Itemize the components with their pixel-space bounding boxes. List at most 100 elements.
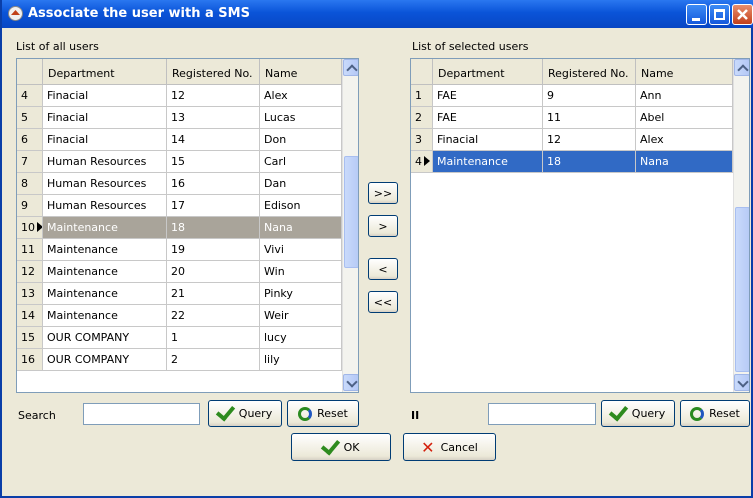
cell-department: Human Resources [43, 151, 167, 173]
row-number[interactable]: 8 [17, 173, 43, 195]
column-header-department[interactable]: Department [433, 59, 543, 85]
title-bar[interactable]: Associate the user with a SMS [2, 0, 753, 28]
ok-button[interactable]: OK [291, 433, 391, 461]
cell-department: Human Resources [43, 173, 167, 195]
app-icon [8, 6, 23, 21]
scroll-up-button[interactable] [343, 59, 358, 76]
cell-text: Maintenance [47, 243, 118, 256]
cell-reg-no: 17 [167, 195, 260, 217]
maximize-button[interactable] [709, 4, 730, 25]
cell-text: Win [264, 265, 285, 278]
cell-department: OUR COMPANY [43, 327, 167, 349]
minimize-button[interactable] [686, 4, 707, 25]
add-all-button[interactable]: >> [368, 182, 398, 204]
cell-text: 16 [21, 353, 35, 366]
cell-text: 9 [21, 199, 28, 212]
cell-department: Maintenance [43, 261, 167, 283]
cell-name: lily [260, 349, 342, 371]
cell-text: Maintenance [47, 287, 118, 300]
cell-department: Maintenance [43, 305, 167, 327]
cell-text: 18 [547, 155, 561, 168]
cell-reg-no: 2 [167, 349, 260, 371]
right-reset-button[interactable]: Reset [680, 400, 750, 427]
row-number[interactable]: 4 [411, 151, 433, 173]
scroll-thumb[interactable] [735, 207, 749, 372]
cell-reg-no: 11 [543, 107, 636, 129]
cell-text: 15 [21, 331, 35, 344]
right-vertical-scrollbar[interactable] [733, 59, 749, 392]
cell-text: 17 [171, 199, 185, 212]
row-number[interactable]: 4 [17, 85, 43, 107]
row-number[interactable]: 14 [17, 305, 43, 327]
row-number[interactable]: 15 [17, 327, 43, 349]
cell-text: 21 [171, 287, 185, 300]
cell-name: Win [260, 261, 342, 283]
cell-text: Don [264, 133, 287, 146]
cell-text: 18 [171, 221, 185, 234]
remove-all-button[interactable]: << [368, 291, 398, 313]
chevron-down-icon [346, 376, 358, 388]
cell-text: Maintenance [47, 265, 118, 278]
column-header-name[interactable]: Name [636, 59, 733, 85]
scroll-up-button[interactable] [734, 59, 749, 76]
cell-text: 13 [21, 287, 35, 300]
query-button[interactable]: Query [208, 400, 282, 427]
scroll-thumb[interactable] [344, 156, 358, 268]
chevron-up-icon [737, 64, 749, 76]
cell-text: Nana [640, 155, 669, 168]
search-input[interactable] [83, 403, 200, 425]
selected-users-grid[interactable]: Department Registered No. Name 1 FAE 9 Ann 2… [410, 58, 750, 393]
row-number[interactable]: 12 [17, 261, 43, 283]
reset-button[interactable]: Reset [287, 400, 359, 427]
row-number[interactable]: 9 [17, 195, 43, 217]
column-header-registered-no[interactable]: Registered No. [543, 59, 636, 85]
column-header-registered-no[interactable]: Registered No. [167, 59, 260, 85]
cell-text: Alex [640, 133, 664, 146]
cell-text: Abel [640, 111, 665, 124]
row-number[interactable]: 10 [17, 217, 43, 239]
left-vertical-scrollbar[interactable] [342, 59, 358, 392]
all-users-grid[interactable]: Department Registered No. Name 4 Finacial… [16, 58, 359, 393]
remove-button[interactable]: < [368, 258, 398, 280]
refresh-icon [690, 406, 705, 421]
cell-reg-no: 1 [167, 327, 260, 349]
cell-text: OUR COMPANY [47, 331, 130, 344]
close-button[interactable] [732, 4, 753, 25]
cell-text: OUR COMPANY [47, 353, 130, 366]
add-button[interactable]: > [368, 215, 398, 237]
cell-text: 15 [171, 155, 185, 168]
cell-name: Vivi [260, 239, 342, 261]
cell-reg-no: 18 [543, 151, 636, 173]
column-header-name[interactable]: Name [260, 59, 342, 85]
row-number[interactable]: 16 [17, 349, 43, 371]
cell-text: 13 [171, 111, 185, 124]
row-number[interactable]: 7 [17, 151, 43, 173]
row-number[interactable]: 11 [17, 239, 43, 261]
cell-text: 12 [21, 265, 35, 278]
cell-text: Weir [264, 309, 289, 322]
row-number[interactable]: 2 [411, 107, 433, 129]
cancel-button[interactable]: ✕ Cancel [403, 433, 496, 461]
scroll-down-button[interactable] [343, 374, 358, 391]
cell-department: Maintenance [43, 217, 167, 239]
cell-text: 8 [21, 177, 28, 190]
cell-name: Lucas [260, 107, 342, 129]
row-number[interactable]: 6 [17, 129, 43, 151]
column-header-department[interactable]: Department [43, 59, 167, 85]
close-icon [737, 9, 748, 20]
cell-reg-no: 12 [167, 85, 260, 107]
right-search-input[interactable] [488, 403, 596, 425]
cell-text: Vivi [264, 243, 284, 256]
minimize-icon [692, 18, 700, 21]
cell-text: 9 [547, 89, 554, 102]
row-number[interactable]: 5 [17, 107, 43, 129]
row-number[interactable]: 1 [411, 85, 433, 107]
cell-text: Maintenance [437, 155, 508, 168]
reset-button-label: Reset [317, 407, 348, 420]
row-number[interactable]: 13 [17, 283, 43, 305]
scroll-down-button[interactable] [734, 374, 749, 391]
cell-reg-no: 9 [543, 85, 636, 107]
right-query-button[interactable]: Query [601, 400, 675, 427]
chevron-down-icon [737, 376, 749, 388]
row-number[interactable]: 3 [411, 129, 433, 151]
